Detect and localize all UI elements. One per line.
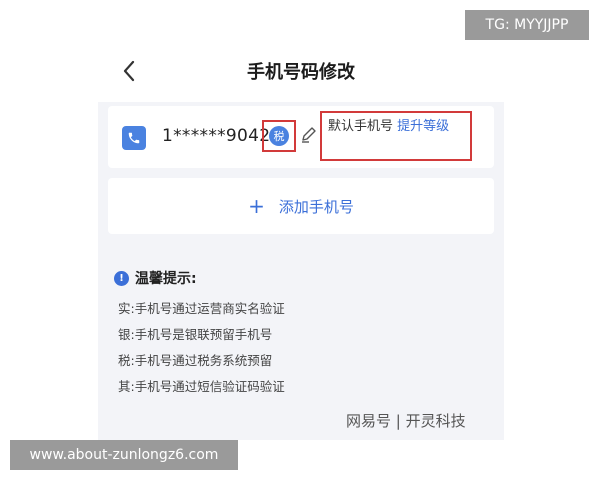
- info-icon: !: [114, 270, 129, 286]
- watermark: 网易号 | 开灵科技: [346, 412, 466, 430]
- tip-line-sms: 其:手机号通过短信验证码验证: [118, 379, 285, 394]
- navigation-bar: 手机号码修改: [98, 40, 504, 102]
- tip-line-unionpay: 银:手机号是银联预留手机号: [118, 327, 273, 342]
- tips-heading: ! 温馨提示:: [114, 268, 197, 288]
- tax-badge-highlight: 税: [262, 120, 296, 152]
- phone-number-card: 1******9042 税 默认手机号 提升等级: [108, 106, 494, 168]
- page-title: 手机号码修改: [247, 62, 355, 83]
- tax-badge: 税: [269, 126, 289, 146]
- upgrade-link[interactable]: 提升等级: [397, 119, 449, 134]
- add-phone-label: 添加手机号: [278, 198, 354, 216]
- tip-line-real-name: 实:手机号通过运营商实名验证: [118, 301, 285, 316]
- phone-number: 1******9042: [162, 126, 271, 146]
- phone-icon: [122, 126, 146, 150]
- edit-icon[interactable]: [300, 126, 318, 144]
- tip-line-tax: 税:手机号通过税务系统预留: [118, 353, 273, 368]
- tg-overlay-tag: TG: MYYJJPP: [465, 10, 589, 40]
- plus-icon: +: [248, 194, 265, 218]
- url-overlay-tag: www.about-zunlongz6.com: [10, 440, 238, 470]
- default-phone-label: 默认手机号: [328, 119, 394, 134]
- add-phone-content: + 添加手机号: [108, 194, 494, 218]
- tips-title: 温馨提示:: [135, 271, 197, 287]
- default-phone-highlight: 默认手机号 提升等级: [320, 111, 472, 161]
- phone-screen: 手机号码修改 1******9042 税 默认手机号 提升等级 + 添加手机号 !…: [98, 40, 504, 440]
- add-phone-button[interactable]: + 添加手机号: [108, 178, 494, 234]
